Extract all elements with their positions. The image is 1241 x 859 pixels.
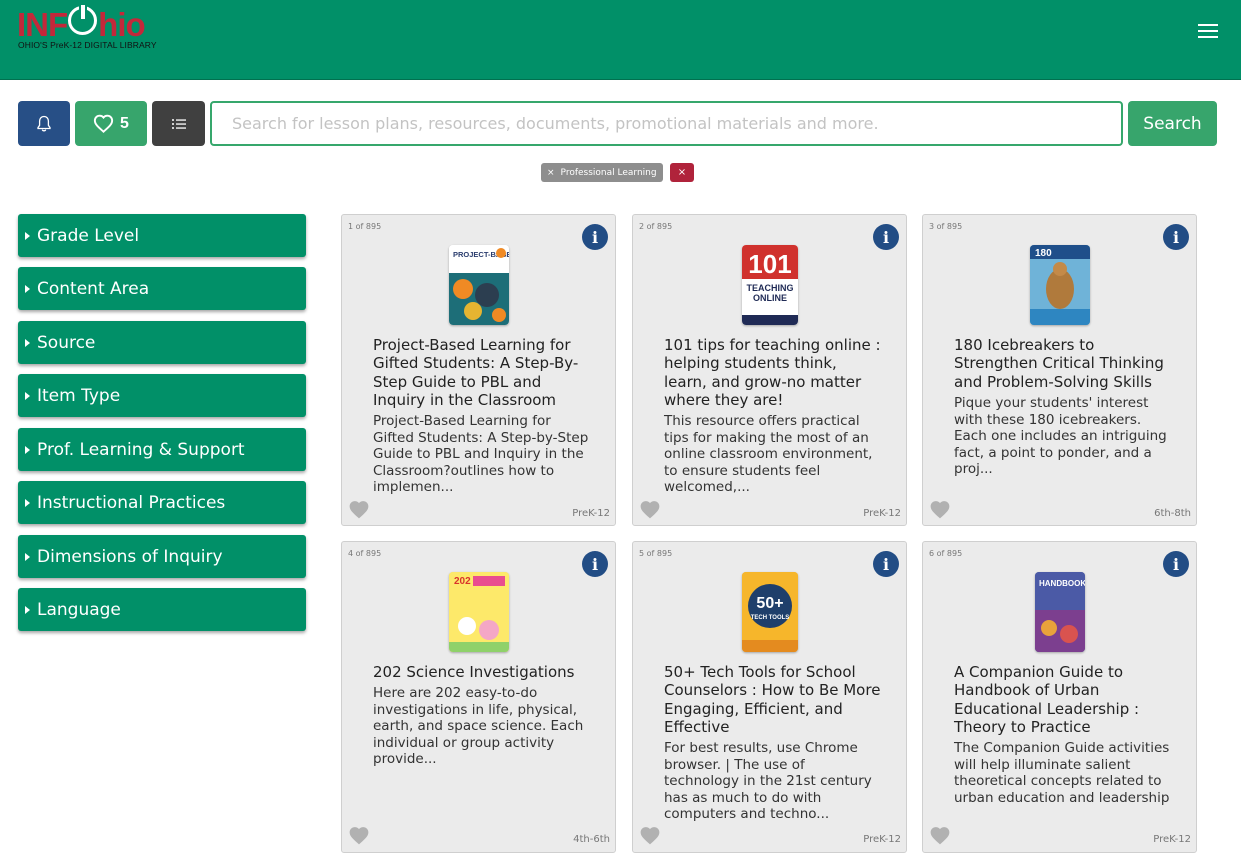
facet-instructional-practices[interactable]: Instructional Practices [18, 481, 306, 524]
book-cover-art: PROJECT-BASED LEARNING [449, 245, 509, 325]
result-card[interactable]: 1 of 895 i PROJECT-BASED LEARNING Projec… [341, 214, 616, 526]
result-count: 1 of 895 [348, 222, 382, 231]
facet-source[interactable]: Source [18, 321, 306, 364]
facet-prof-learning-support[interactable]: Prof. Learning & Support [18, 428, 306, 471]
caret-right-icon [25, 605, 30, 614]
heart-icon[interactable] [929, 825, 951, 845]
result-title[interactable]: 50+ Tech Tools for School Counselors : H… [664, 663, 884, 737]
caret-right-icon [25, 338, 30, 347]
result-title[interactable]: 202 Science Investigations [373, 663, 593, 681]
svg-text:202: 202 [454, 576, 471, 587]
book-cover-art: 101 TEACHING ONLINE [742, 245, 798, 325]
result-count: 3 of 895 [929, 222, 963, 231]
facet-item-type[interactable]: Item Type [18, 374, 306, 417]
logo-tagline: OHIO'S PreK-12 DIGITAL LIBRARY [18, 40, 157, 50]
hamburger-menu-icon[interactable] [1196, 20, 1220, 40]
info-icon[interactable]: i [873, 224, 899, 250]
result-count: 2 of 895 [639, 222, 673, 231]
notifications-button[interactable] [18, 101, 70, 146]
grade-range: PreK-12 [863, 834, 901, 845]
list-icon [171, 118, 186, 129]
info-icon[interactable]: i [582, 551, 608, 577]
caret-right-icon [25, 445, 30, 454]
grade-range: PreK-12 [572, 508, 610, 519]
result-count: 4 of 895 [348, 549, 382, 558]
book-cover[interactable]: 101 TEACHING ONLINE [742, 245, 798, 325]
filter-chip-label: Professional Learning [560, 167, 657, 178]
result-description: Here are 202 easy-to-do investigations i… [373, 685, 584, 767]
book-cover[interactable]: PROJECT-BASED LEARNING [449, 245, 509, 325]
book-cover[interactable]: HANDBOOK [1035, 572, 1085, 652]
infohio-logo[interactable]: INF hio OHIO'S PreK-12 DIGITAL LIBRARY [17, 3, 177, 54]
result-description: Pique your students' interest with these… [954, 395, 1167, 477]
result-description: The Companion Guide activities will help… [954, 740, 1170, 806]
svg-text:TECH TOOLS: TECH TOOLS [751, 615, 790, 621]
book-cover-art: 180 [1030, 245, 1090, 325]
result-title[interactable]: Project-Based Learning for Gifted Studen… [373, 336, 593, 410]
facet-grade-level[interactable]: Grade Level [18, 214, 306, 257]
book-cover-art: 202 [449, 572, 509, 652]
favorites-count: 5 [120, 114, 129, 132]
result-description: Project-Based Learning for Gifted Studen… [373, 413, 589, 495]
heart-icon[interactable] [639, 499, 661, 519]
list-view-button[interactable] [152, 101, 205, 146]
svg-text:180: 180 [1035, 248, 1052, 259]
search-button[interactable]: Search [1128, 101, 1217, 146]
facet-language[interactable]: Language [18, 588, 306, 631]
filter-chip-professional-learning[interactable]: × Professional Learning [541, 163, 663, 182]
close-icon[interactable]: × [547, 168, 555, 178]
result-card[interactable]: 3 of 895 i 180 180 Icebreakers to Streng… [922, 214, 1197, 526]
svg-text:50+: 50+ [756, 595, 783, 612]
heart-icon[interactable] [348, 499, 370, 519]
grade-range: PreK-12 [863, 508, 901, 519]
book-cover[interactable]: 202 [449, 572, 509, 652]
result-count: 5 of 895 [639, 549, 673, 558]
caret-right-icon [25, 284, 30, 293]
heart-icon[interactable] [929, 499, 951, 519]
caret-right-icon [25, 231, 30, 240]
search-input[interactable] [210, 101, 1123, 146]
caret-right-icon [25, 498, 30, 507]
favorites-button[interactable]: 5 [75, 101, 147, 146]
book-cover[interactable]: 50+ TECH TOOLS [742, 572, 798, 652]
info-icon[interactable]: i [1163, 224, 1189, 250]
heart-icon[interactable] [639, 825, 661, 845]
svg-text:TEACHING: TEACHING [747, 283, 794, 293]
info-icon[interactable]: i [582, 224, 608, 250]
result-title[interactable]: 180 Icebreakers to Strengthen Critical T… [954, 336, 1174, 391]
logo-wordmark: INF hio [17, 3, 146, 43]
book-cover-art: 50+ TECH TOOLS [742, 572, 798, 652]
result-count: 6 of 895 [929, 549, 963, 558]
facet-content-area[interactable]: Content Area [18, 267, 306, 310]
svg-text:HANDBOOK: HANDBOOK [1039, 579, 1085, 588]
caret-right-icon [25, 552, 30, 561]
result-title[interactable]: A Companion Guide to Handbook of Urban E… [954, 663, 1174, 737]
result-description: For best results, use Chrome browser. | … [664, 740, 872, 822]
book-cover-art: HANDBOOK [1035, 572, 1085, 652]
power-icon [68, 3, 98, 35]
info-icon[interactable]: i [873, 551, 899, 577]
svg-text:101: 101 [748, 249, 791, 279]
clear-filters-button[interactable]: × [670, 163, 694, 182]
book-cover[interactable]: 180 [1030, 245, 1090, 325]
grade-range: 4th-6th [573, 834, 610, 845]
result-title[interactable]: 101 tips for teaching online : helping s… [664, 336, 884, 410]
result-card[interactable]: 2 of 895 i 101 TEACHING ONLINE 101 tips … [632, 214, 907, 526]
result-card[interactable]: 5 of 895 i 50+ TECH TOOLS 50+ Tech Tools… [632, 541, 907, 853]
result-card[interactable]: 4 of 895 i 202 202 Science Investigation… [341, 541, 616, 853]
heart-icon[interactable] [348, 825, 370, 845]
svg-text:ONLINE: ONLINE [753, 293, 787, 303]
result-card[interactable]: 6 of 895 i HANDBOOK A Companion Guide to… [922, 541, 1197, 853]
bell-icon [37, 115, 51, 131]
caret-right-icon [25, 391, 30, 400]
heart-outline-icon [93, 114, 114, 133]
grade-range: PreK-12 [1153, 834, 1191, 845]
grade-range: 6th-8th [1154, 508, 1191, 519]
info-icon[interactable]: i [1163, 551, 1189, 577]
site-header: INF hio OHIO'S PreK-12 DIGITAL LIBRARY [0, 0, 1241, 80]
facet-dimensions-of-inquiry[interactable]: Dimensions of Inquiry [18, 535, 306, 578]
result-description: This resource offers practical tips for … [664, 413, 873, 495]
